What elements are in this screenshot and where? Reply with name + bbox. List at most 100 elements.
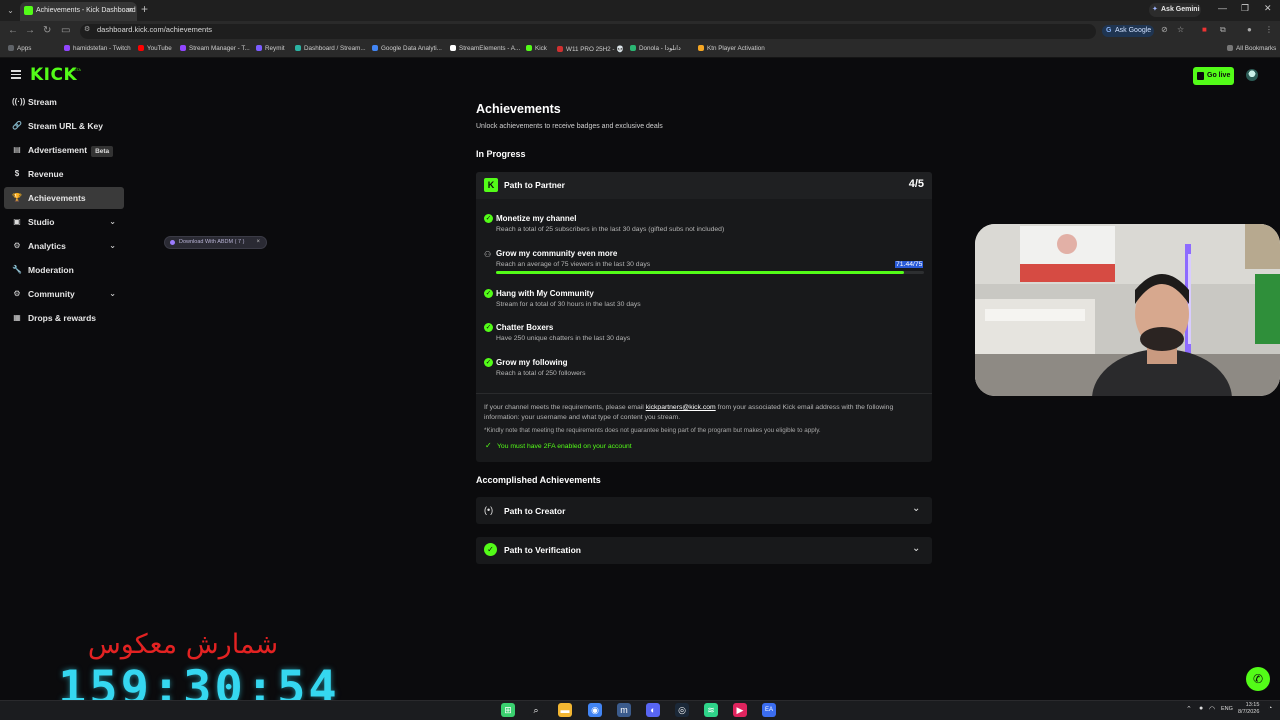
side-panel-icon[interactable]: ▭ bbox=[61, 25, 70, 36]
path-to-partner-title: Path to Partner bbox=[504, 180, 565, 190]
site-info-icon[interactable]: ⚙ bbox=[84, 25, 90, 33]
bookmark-label: W11 PRO 25H2 - 💀 bbox=[566, 46, 625, 53]
bookmark-item[interactable]: Ktn Player Activation bbox=[698, 45, 765, 52]
pdf-extension-icon[interactable]: ■ bbox=[1202, 25, 1207, 34]
requirement-desc: Reach a total of 250 followers bbox=[496, 370, 586, 377]
all-bookmarks[interactable]: All Bookmarks bbox=[1227, 45, 1276, 52]
profile-icon[interactable]: ● bbox=[1247, 25, 1252, 34]
verified-badge-icon: ✓ bbox=[484, 543, 497, 556]
bookmark-item[interactable]: hamidstefan - Twitch bbox=[64, 45, 131, 52]
sidebar-item-label: Community bbox=[28, 289, 75, 299]
abdm-download-popup[interactable]: Download With ABDM ( 7 ) × bbox=[164, 236, 267, 249]
clock[interactable]: 13:15 8/7/2026 bbox=[1238, 702, 1259, 716]
sidebar-item-advertisement[interactable]: ▤ Advertisement Beta bbox=[4, 139, 124, 161]
sidebar-item-analytics[interactable]: ⚙ Analytics ⌄ bbox=[4, 235, 124, 257]
bookmark-item[interactable]: YouTube bbox=[138, 45, 172, 52]
ea-app-icon[interactable]: EA bbox=[762, 703, 776, 717]
requirement-desc: Reach an average of 75 viewers in the la… bbox=[496, 261, 651, 268]
sidebar-item-moderation[interactable]: 🔧 Moderation bbox=[4, 259, 124, 281]
chevron-down-icon[interactable]: ⌄ bbox=[109, 283, 116, 305]
sidebar-item-revenue[interactable]: $ Revenue bbox=[4, 163, 124, 185]
mobile-app-icon[interactable]: m bbox=[617, 703, 631, 717]
partner-email-link[interactable]: kickpartners@kick.com bbox=[646, 404, 716, 411]
requirement-title: Grow my community even more bbox=[496, 249, 618, 258]
minimize-icon[interactable]: — bbox=[1218, 3, 1227, 13]
tab-close-icon[interactable]: × bbox=[128, 2, 133, 19]
bookmark-label: Google Data Analyti... bbox=[381, 45, 442, 52]
restore-icon[interactable]: ❐ bbox=[1241, 3, 1249, 14]
sidebar-item-drops-rewards[interactable]: ▦ Drops & rewards bbox=[4, 307, 124, 329]
support-chat-button[interactable]: ✆ bbox=[1246, 667, 1270, 691]
eye-off-icon[interactable]: ⊘ bbox=[1161, 25, 1168, 34]
bookmark-item[interactable]: Kick bbox=[526, 45, 547, 52]
start-icon[interactable]: ⊞ bbox=[501, 703, 515, 717]
bookmark-item[interactable]: Apps bbox=[8, 45, 31, 52]
abdm-label: Download With ABDM ( 7 ) bbox=[179, 239, 245, 245]
forward-icon[interactable]: → bbox=[25, 25, 35, 36]
bookmark-star-icon[interactable]: ☆ bbox=[1177, 25, 1184, 34]
microphone-icon[interactable]: ● bbox=[1199, 705, 1203, 712]
sidebar-item-community[interactable]: ⚙ Community ⌄ bbox=[4, 283, 124, 305]
check-circle-icon: ✓ bbox=[484, 323, 493, 332]
tab-search-icon[interactable]: ⌄ bbox=[4, 4, 17, 17]
tray-chevron-icon[interactable]: ⌃ bbox=[1186, 705, 1192, 713]
bookmark-favicon-icon bbox=[372, 45, 378, 51]
bookmark-item[interactable]: Donola - دانلودا bbox=[630, 45, 681, 52]
reload-icon[interactable]: ↻ bbox=[43, 25, 51, 36]
bookmark-item[interactable]: StreamElements - A... bbox=[450, 45, 520, 52]
bookmark-label: Reymit bbox=[265, 45, 285, 52]
ask-gemini-button[interactable]: Ask Gemini bbox=[1149, 3, 1201, 17]
tab-title: Achievements - Kick Dashboard bbox=[36, 7, 136, 14]
bookmark-favicon-icon bbox=[450, 45, 456, 51]
avatar[interactable] bbox=[1246, 69, 1258, 81]
sidebar-item-label: Stream URL & Key bbox=[28, 121, 103, 131]
gift-icon: ▦ bbox=[13, 313, 21, 322]
partner-info-text: If your channel meets the requirements, … bbox=[484, 404, 894, 421]
go-live-button[interactable]: Go live bbox=[1193, 67, 1234, 85]
chevron-down-icon[interactable]: ⌄ bbox=[912, 543, 920, 554]
sidebar-item-achievements[interactable]: 🏆 Achievements bbox=[4, 187, 124, 209]
bookmark-favicon-icon bbox=[557, 46, 563, 52]
sidebar-item-stream-url-key[interactable]: 🔗 Stream URL & Key bbox=[4, 115, 124, 137]
audio-app-icon[interactable]: ≋ bbox=[704, 703, 718, 717]
close-icon[interactable]: × bbox=[256, 237, 260, 248]
bookmark-item[interactable]: Google Data Analyti... bbox=[372, 45, 442, 52]
kick-favicon-icon bbox=[24, 6, 33, 15]
discord-icon[interactable]: ◐ bbox=[646, 703, 660, 717]
kick-logo[interactable]: KICK bbox=[30, 65, 77, 85]
chevron-down-icon[interactable]: ⌄ bbox=[912, 503, 920, 514]
menu-icon[interactable]: ⋮ bbox=[1265, 25, 1273, 34]
bookmark-item[interactable]: Reymit bbox=[256, 45, 285, 52]
chrome-icon[interactable]: ◉ bbox=[588, 703, 602, 717]
twofa-requirement: You must have 2FA enabled on your accoun… bbox=[497, 443, 632, 450]
sidebar-item-stream[interactable]: ((·)) Stream bbox=[4, 91, 124, 113]
network-icon[interactable]: ◠ bbox=[1209, 705, 1215, 713]
bookmark-item[interactable]: W11 PRO 25H2 - 💀 bbox=[557, 45, 624, 53]
close-window-icon[interactable]: ✕ bbox=[1264, 3, 1272, 14]
chevron-down-icon[interactable]: ⌄ bbox=[109, 211, 116, 233]
tab-achievements[interactable]: Achievements - Kick Dashboard × bbox=[20, 2, 137, 21]
countdown-label: شمارش معکوس bbox=[87, 629, 279, 660]
steam-icon[interactable]: ◎ bbox=[675, 703, 689, 717]
ask-google-button[interactable]: Ask Google bbox=[1102, 25, 1154, 37]
address-bar[interactable] bbox=[80, 24, 1096, 39]
menu-toggle-icon[interactable] bbox=[11, 70, 21, 80]
back-icon[interactable]: ← bbox=[8, 25, 18, 36]
file-explorer-icon[interactable]: ▬ bbox=[558, 703, 572, 717]
chevron-down-icon[interactable]: ⌄ bbox=[109, 235, 116, 257]
bookmark-label: Donola - دانلودا bbox=[639, 45, 681, 52]
url-text[interactable]: dashboard.kick.com/achievements bbox=[97, 25, 212, 34]
notifications-icon[interactable]: ◔ bbox=[1268, 705, 1272, 712]
go-live-label: Go live bbox=[1207, 72, 1231, 79]
sidebar-item-studio[interactable]: ▣ Studio ⌄ bbox=[4, 211, 124, 233]
requirement-title: Grow my following bbox=[496, 358, 568, 367]
bookmark-item[interactable]: Stream Manager - T... bbox=[180, 45, 250, 52]
new-tab-button[interactable]: + bbox=[141, 2, 148, 16]
extensions-icon[interactable]: ⧉ bbox=[1220, 25, 1226, 35]
bookmark-label: Ktn Player Activation bbox=[707, 45, 765, 52]
language-indicator[interactable]: ENG bbox=[1221, 706, 1233, 712]
check-circle-icon: ✓ bbox=[484, 358, 493, 367]
bookmark-item[interactable]: Dashboard / Stream... bbox=[295, 45, 366, 52]
search-icon[interactable]: ⌕ bbox=[529, 703, 543, 717]
media-player-icon[interactable]: ▶ bbox=[733, 703, 747, 717]
